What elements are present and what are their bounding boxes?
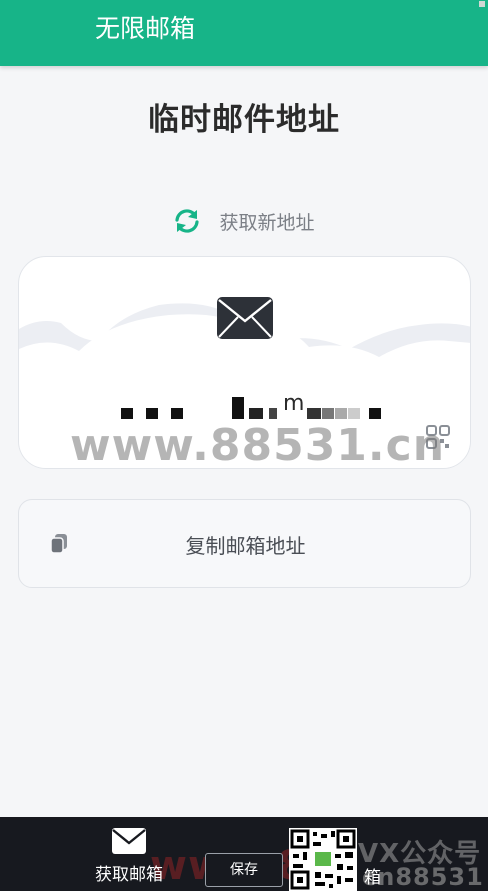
email-address: m	[283, 391, 306, 416]
refresh-icon	[175, 209, 200, 233]
tab-mailbox-label[interactable]: 箱	[364, 863, 381, 888]
save-button[interactable]: 保存	[205, 853, 283, 887]
email-address-redacted	[121, 397, 381, 419]
copy-address-button[interactable]: 复制邮箱地址	[18, 499, 471, 588]
refresh-label: 获取新地址	[219, 211, 315, 234]
page-title: 临时邮件地址	[148, 102, 340, 138]
bottom-bar: www.88 获取邮箱 保存 VX公众号 cn88531	[0, 817, 488, 891]
app-title: 无限邮箱	[95, 14, 196, 43]
tab-get-mailbox[interactable]: 获取邮箱	[82, 827, 176, 887]
qr-code-image	[289, 828, 357, 891]
app-bar: 无限邮箱	[0, 0, 488, 66]
mail-icon	[112, 828, 146, 854]
copy-address-label: 复制邮箱地址	[185, 534, 306, 558]
site-watermark: www.88531.cn	[70, 420, 446, 471]
corner-mark-icon	[479, 1, 485, 7]
get-new-address-button[interactable]: 获取新地址	[0, 204, 488, 238]
envelope-icon	[217, 297, 273, 339]
tab-get-mailbox-label: 获取邮箱	[95, 865, 163, 885]
